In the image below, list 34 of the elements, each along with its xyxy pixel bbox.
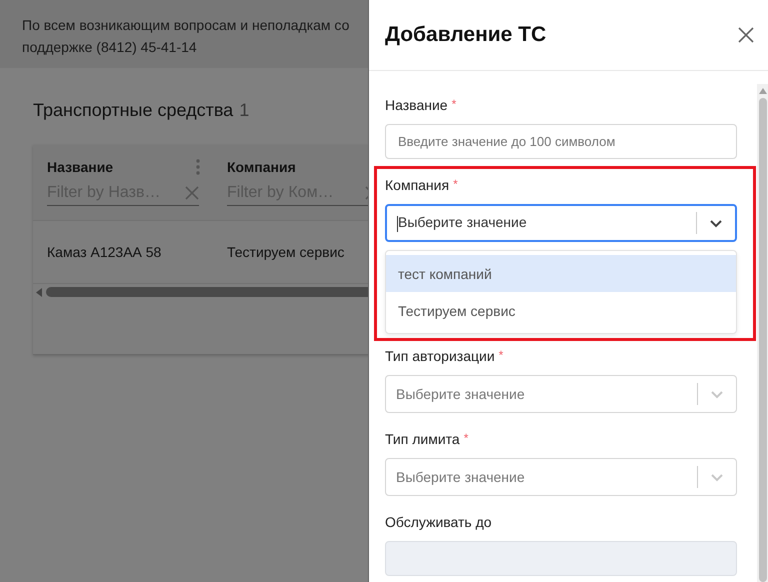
table-cell-text: Тестируем сервис: [226, 244, 346, 260]
column-header[interactable]: Название: [47, 159, 114, 175]
drawer-title: Добавление ТС: [385, 23, 546, 47]
table-cell-text: Камаз А123АА 58: [46, 244, 162, 260]
field-label: Компания: [385, 177, 450, 193]
chevron-down-icon: [709, 218, 723, 228]
dropdown-option[interactable]: тест компаний: [386, 255, 736, 292]
required-mark: *: [453, 177, 458, 193]
kebab-menu-icon[interactable]: [196, 159, 200, 175]
column-header[interactable]: Компания: [227, 159, 296, 175]
field-label: Тип авторизации: [385, 348, 495, 364]
dropdown-option[interactable]: Тестируем сервис: [386, 292, 736, 329]
field-label: Тип лимита: [385, 431, 460, 447]
clear-icon[interactable]: [185, 186, 199, 200]
required-mark: *: [498, 348, 504, 364]
select-field[interactable]: Выберите значение: [385, 375, 737, 413]
scroll-left-icon[interactable]: [36, 288, 42, 296]
scrollbar-thumb[interactable]: [758, 98, 766, 582]
page-title: Транспортные средства: [33, 100, 234, 121]
text-field[interactable]: Введите значение до 100 символом: [385, 124, 737, 159]
field-label: Обслуживать до: [385, 514, 492, 530]
close-button[interactable]: [738, 27, 754, 43]
banner-text: поддержке (8412) 45-41-14: [22, 38, 198, 57]
select-field[interactable]: Выберите значение: [385, 204, 737, 242]
chevron-down-icon: [710, 472, 724, 482]
required-mark: *: [452, 97, 456, 113]
required-mark: *: [464, 431, 468, 447]
chevron-down-icon: [710, 390, 724, 398]
vehicle-count: 1: [239, 100, 250, 121]
banner-text: По всем возникающим вопросам и неполадкам со: [22, 16, 350, 35]
scrollbar-thumb[interactable]: [46, 287, 368, 297]
select-field[interactable]: Выберите значение: [385, 458, 737, 496]
scroll-up-icon[interactable]: [758, 88, 766, 94]
field-label: Название: [385, 97, 448, 113]
